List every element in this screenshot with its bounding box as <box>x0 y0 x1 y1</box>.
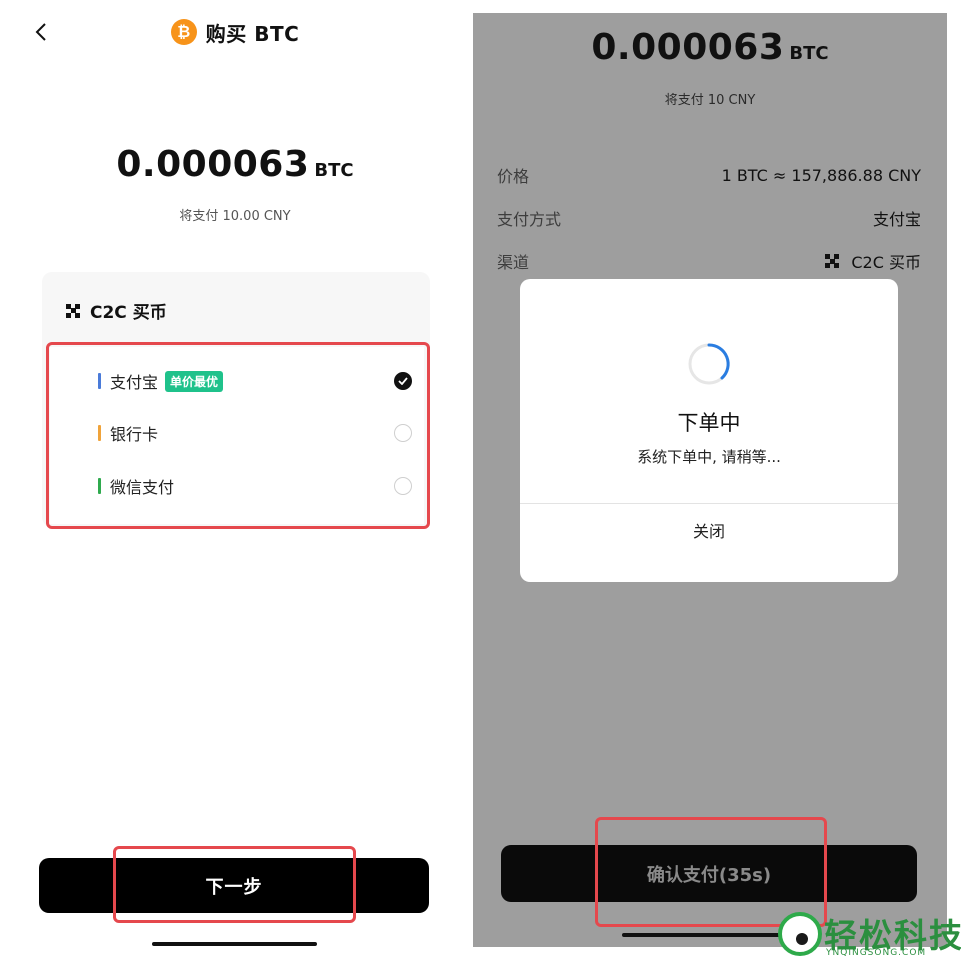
c2c-title: C2C 买币 <box>90 303 167 323</box>
confirm-payment-button[interactable]: 确认支付(35s) <box>501 845 917 902</box>
home-indicator <box>622 933 794 937</box>
payment-method-label: 支付方式 <box>497 210 562 229</box>
best-price-badge: 单价最优 <box>165 370 224 392</box>
amount-value: 0.000063 <box>116 144 310 185</box>
loading-spinner-icon <box>688 343 730 385</box>
method-label: 支付宝 <box>110 373 159 392</box>
amount-unit: BTC <box>314 160 354 181</box>
pay-amount-text: 将支付 10.00 CNY <box>179 209 291 224</box>
payment-method-list: 支付宝 单价最优 银行卡 微信支付 <box>50 347 424 524</box>
placing-order-dialog: 下单中 系统下单中, 请稍等... 关闭 <box>520 279 898 582</box>
amount-value: 0.000063 <box>591 27 785 68</box>
home-indicator <box>152 942 317 946</box>
pay-amount-text: 将支付 10 CNY <box>664 93 756 108</box>
next-step-button[interactable]: 下一步 <box>39 858 429 913</box>
watermark-logo: 轻松科技 YNQINGSONG.COM <box>776 908 961 960</box>
payment-method-bank-card[interactable]: 银行卡 <box>50 413 424 453</box>
btc-amount: 0.000063 BTC <box>473 27 947 68</box>
dialog-close-button[interactable]: 关闭 <box>520 504 898 556</box>
c2c-logo-icon <box>825 254 840 268</box>
radio-unchecked[interactable] <box>394 424 412 442</box>
c2c-header: C2C 买币 <box>66 298 167 323</box>
channel-value: C2C 买币 <box>825 249 921 273</box>
dialog-title: 下单中 <box>677 411 741 435</box>
watermark-domain: YNQINGSONG.COM <box>826 948 927 958</box>
dialog-message: 系统下单中, 请稍等... <box>637 448 781 466</box>
payment-method-alipay[interactable]: 支付宝 单价最优 <box>50 361 424 401</box>
channel-label: 渠道 <box>497 253 530 272</box>
payment-method-wechat[interactable]: 微信支付 <box>50 466 424 506</box>
method-color-bar <box>98 425 101 441</box>
buy-btc-screen: ₿ 购买 BTC 0.000063 BTC 将支付 10.00 CNY C2C … <box>0 0 470 960</box>
payment-method-value: 支付宝 <box>872 210 921 229</box>
c2c-logo-icon <box>66 303 80 318</box>
channel-text: C2C 买币 <box>851 253 921 272</box>
method-label: 银行卡 <box>110 425 159 444</box>
page-title: 购买 BTC <box>205 21 300 46</box>
radio-checked[interactable] <box>394 372 412 390</box>
bitcoin-icon: ₿ <box>170 19 197 45</box>
method-color-bar <box>98 478 101 494</box>
price-label: 价格 <box>497 167 530 186</box>
btc-amount: 0.000063 BTC <box>0 144 470 185</box>
order-confirm-screen: 0.000063 BTC 将支付 10 CNY 价格 1 BTC ≈ 157,8… <box>473 13 947 947</box>
price-row: 价格 1 BTC ≈ 157,886.88 CNY <box>497 163 921 187</box>
page-header: ₿ 购买 BTC <box>0 14 470 50</box>
radio-unchecked[interactable] <box>394 477 412 495</box>
payment-method-row: 支付方式 支付宝 <box>497 206 921 230</box>
channel-row: 渠道 C2C 买币 <box>497 249 921 273</box>
check-icon <box>398 377 408 385</box>
method-color-bar <box>98 373 101 389</box>
method-label: 微信支付 <box>110 478 175 497</box>
watermark-circle-icon <box>778 912 822 956</box>
price-value: 1 BTC ≈ 157,886.88 CNY <box>721 165 921 185</box>
amount-unit: BTC <box>789 43 829 64</box>
